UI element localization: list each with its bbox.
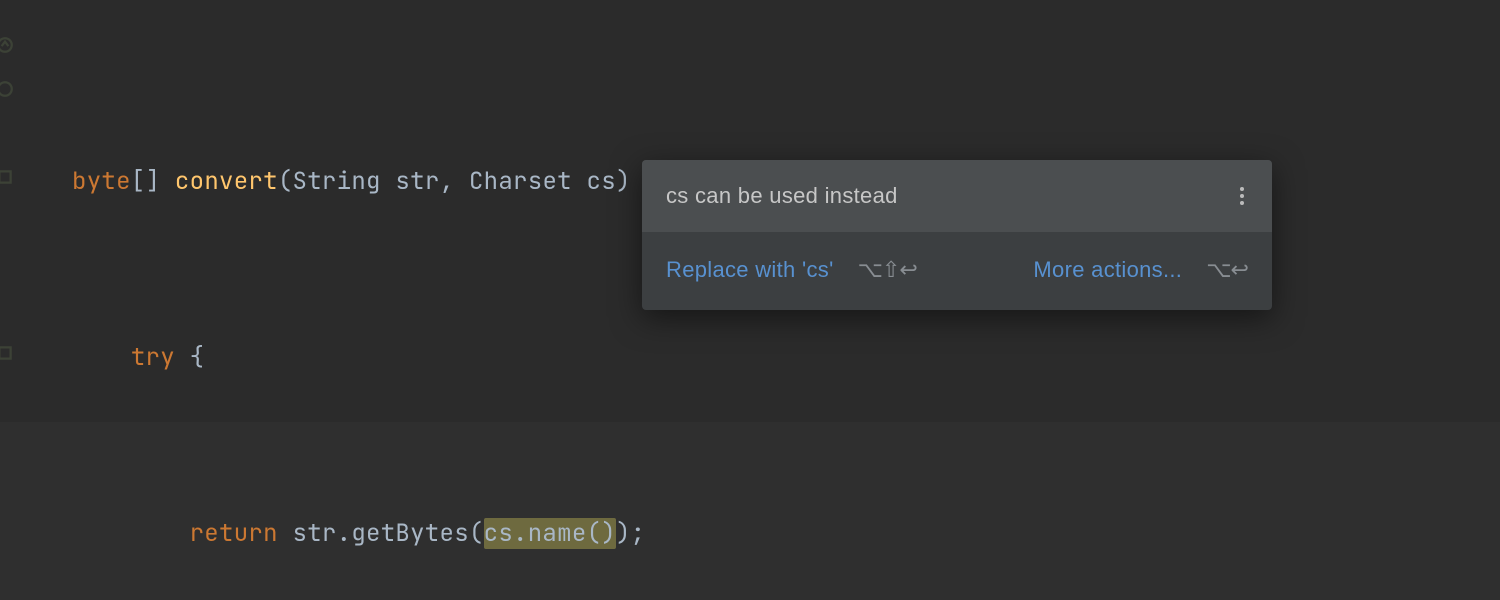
paren-close-semi: ); xyxy=(616,518,645,549)
comma: , xyxy=(440,166,469,197)
intention-title: cs can be used instead xyxy=(666,174,898,218)
code-line[interactable]: try { xyxy=(72,336,660,380)
gutter-override-icon[interactable] xyxy=(0,344,14,362)
gutter xyxy=(0,0,10,600)
param-type: String xyxy=(293,166,381,197)
keyword-return: return xyxy=(190,518,278,549)
paren-open: ( xyxy=(469,518,484,549)
intention-popup-header: cs can be used instead xyxy=(642,160,1272,232)
expr: str. xyxy=(278,518,352,549)
brackets: [] xyxy=(131,166,175,197)
code-line[interactable]: return str.getBytes(cs.name()); xyxy=(72,512,660,556)
inspection-highlight[interactable]: cs.name() xyxy=(484,518,616,549)
param-type: Charset xyxy=(469,166,572,197)
brace: { xyxy=(175,342,204,373)
param-name: cs xyxy=(572,166,616,197)
intention-actions-row: Replace with 'cs' ⌥⇧↩ More actions... ⌥↩ xyxy=(642,232,1272,310)
code-block[interactable]: byte[] convert(String str, Charset cs) {… xyxy=(72,28,660,600)
gutter-override-icon[interactable] xyxy=(0,168,14,186)
paren-open: ( xyxy=(278,166,293,197)
gutter-override-icon[interactable] xyxy=(0,80,14,98)
keyword-try: try xyxy=(131,342,175,373)
shortcut-more: ⌥↩ xyxy=(1206,248,1248,292)
replace-action-link[interactable]: Replace with 'cs' xyxy=(666,248,834,292)
intention-popup: cs can be used instead Replace with 'cs'… xyxy=(642,160,1272,310)
method-call: getBytes xyxy=(351,518,469,549)
shortcut-primary: ⌥⇧↩ xyxy=(858,248,917,292)
code-line[interactable]: byte[] convert(String str, Charset cs) { xyxy=(72,160,660,204)
more-icon[interactable] xyxy=(1230,184,1254,208)
code-editor[interactable]: byte[] convert(String str, Charset cs) {… xyxy=(0,0,1500,600)
param-name: str xyxy=(381,166,440,197)
more-actions-link[interactable]: More actions... xyxy=(1033,248,1182,292)
method-name: convert xyxy=(175,166,278,197)
keyword-type: byte xyxy=(72,166,131,197)
gutter-override-icon[interactable] xyxy=(0,36,14,54)
